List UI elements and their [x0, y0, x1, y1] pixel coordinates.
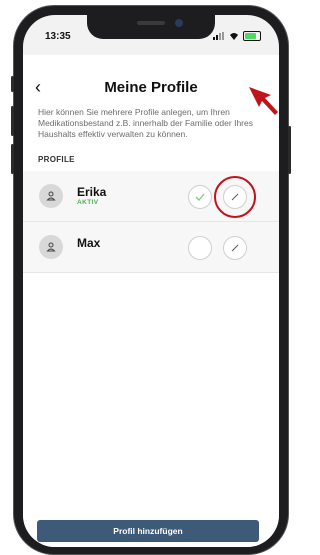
volume-up-button: [11, 106, 14, 136]
power-button: [288, 126, 291, 174]
main-content: ‹ Meine Profile Hier können Sie mehrere …: [23, 55, 279, 547]
person-icon: [39, 235, 63, 259]
profile-name: Erika: [77, 185, 107, 199]
select-circle[interactable]: [188, 236, 212, 260]
profile-name: Max: [77, 236, 101, 250]
profile-row-erika[interactable]: Erika AKTIV: [23, 171, 279, 222]
page-title: Meine Profile: [104, 79, 198, 96]
battery-icon: [243, 31, 261, 41]
checkmark-icon[interactable]: [188, 185, 212, 209]
profile-row-max[interactable]: Max: [23, 222, 279, 273]
section-label: PROFILE: [38, 155, 75, 164]
status-icons: [213, 31, 261, 41]
screen: 13:35 ‹ Meine Profile Hier können Sie me…: [23, 15, 279, 547]
notch: [87, 15, 215, 39]
phone-frame: 13:35 ‹ Meine Profile Hier können Sie me…: [11, 6, 291, 554]
speaker: [137, 21, 165, 25]
pointer-arrow-icon: [249, 87, 278, 115]
add-profile-button[interactable]: Profil hinzufügen: [37, 520, 259, 542]
volume-down-button: [11, 144, 14, 174]
pencil-icon[interactable]: [223, 236, 247, 260]
mute-switch: [11, 76, 14, 92]
page-description: Hier können Sie mehrere Profile anlegen,…: [38, 107, 253, 139]
signal-icon: [213, 32, 224, 40]
status-time: 13:35: [45, 31, 71, 42]
person-icon: [39, 184, 63, 208]
highlight-circle: [214, 176, 256, 218]
profile-list: Erika AKTIV Max: [23, 171, 279, 273]
wifi-icon: [230, 33, 238, 40]
camera: [175, 19, 183, 27]
active-badge: AKTIV: [77, 199, 99, 206]
